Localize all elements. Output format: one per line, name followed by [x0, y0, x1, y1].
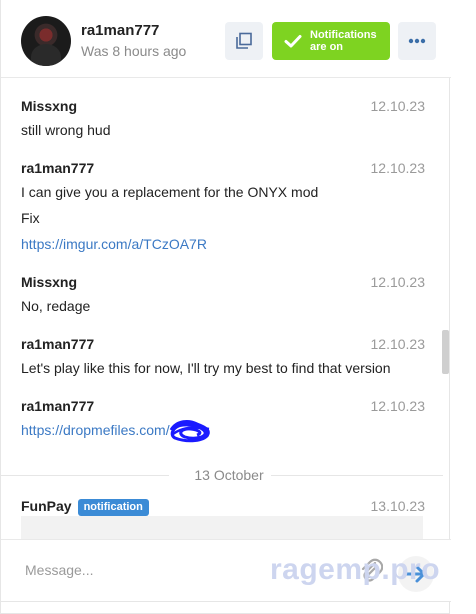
message-date: 12.10.23	[370, 160, 426, 176]
message-text: still wrong hud	[21, 122, 111, 138]
message-date: 12.10.23	[370, 336, 426, 352]
message-author[interactable]: Missxng	[21, 98, 425, 114]
message-date: 13.10.23	[370, 498, 426, 514]
last-seen-status: Was 8 hours ago	[81, 43, 187, 59]
chat-header: ra1man777 Was 8 hours ago Notifications …	[1, 0, 451, 78]
message: Missxng 12.10.23 still wrong hud	[21, 98, 426, 138]
avatar[interactable]	[21, 16, 71, 66]
message-author[interactable]: FunPay	[21, 498, 72, 514]
message: Missxng 12.10.23 No, redage	[21, 274, 426, 314]
message-text: No, redage	[21, 298, 91, 314]
message-link[interactable]: https://imgur.com/a/TCzOA7R	[21, 236, 207, 252]
message-text: Fix	[21, 210, 40, 226]
message: ra1man777 12.10.23 Let's play like this …	[21, 336, 426, 376]
divider	[1, 601, 451, 602]
more-options-button[interactable]	[398, 22, 436, 60]
username[interactable]: ra1man777	[81, 22, 159, 39]
message-author[interactable]: ra1man777	[21, 336, 425, 352]
notifications-toggle-button[interactable]: Notifications are on	[272, 22, 390, 60]
day-separator: 13 October	[1, 466, 451, 486]
more-dots-icon	[408, 38, 426, 44]
notification-message: FunPay notification 13.10.23	[21, 498, 425, 516]
message-author-row: FunPay notification	[21, 498, 425, 516]
message: ra1man777 12.10.23 I can give you a repl…	[21, 160, 426, 252]
chat-panel: ra1man777 Was 8 hours ago Notifications …	[0, 0, 451, 614]
message-date: 12.10.23	[370, 98, 426, 114]
message-author[interactable]: Missxng	[21, 274, 425, 290]
message-text: Let's play like this for now, I'll try m…	[21, 360, 391, 376]
message-link[interactable]: https://dropmefiles.com/	[21, 422, 170, 438]
day-separator-label: 13 October	[194, 467, 264, 483]
check-icon	[284, 35, 302, 48]
notification-badge: notification	[77, 499, 149, 516]
message-list[interactable]: Missxng 12.10.23 still wrong hud ra1man7…	[1, 79, 451, 539]
message-author[interactable]: ra1man777	[21, 160, 425, 176]
copy-icon	[236, 32, 252, 49]
watermark: ragemp.pro	[270, 553, 441, 586]
message-date: 12.10.23	[370, 398, 426, 414]
notifications-label: Notifications are on	[310, 29, 377, 53]
copy-button[interactable]	[225, 22, 263, 60]
message-text: I can give you a replacement for the ONY…	[21, 184, 319, 200]
message: ra1man777 12.10.23 https://dropmefiles.c…	[21, 398, 426, 443]
scrollbar-thumb[interactable]	[442, 330, 449, 374]
redaction-scribble	[169, 420, 210, 443]
notification-body	[21, 516, 423, 539]
message-author[interactable]: ra1man777	[21, 398, 425, 414]
message-date: 12.10.23	[370, 274, 426, 290]
